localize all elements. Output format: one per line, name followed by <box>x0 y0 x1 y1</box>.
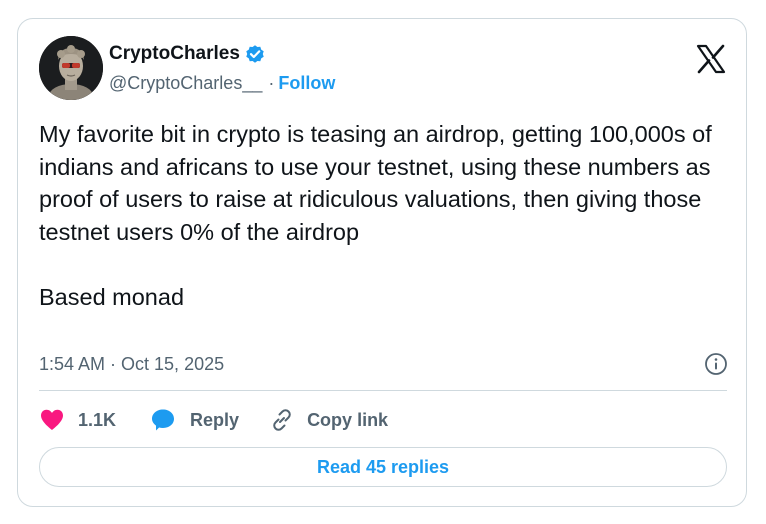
like-count: 1.1K <box>78 409 117 430</box>
tweet-timestamp[interactable]: 1:54 AM · Oct 15, 2025 <box>39 354 224 375</box>
speech-bubble-icon <box>150 407 176 433</box>
copy-link-button[interactable]: Copy link <box>269 407 388 433</box>
reply-label: Reply <box>190 409 240 430</box>
x-logo-icon[interactable] <box>695 43 727 75</box>
reply-button[interactable]: Reply <box>150 407 239 433</box>
like-button[interactable]: 1.1K <box>39 408 116 432</box>
heart-icon <box>39 408 65 432</box>
copy-link-label: Copy link <box>307 409 389 430</box>
info-icon[interactable] <box>704 352 728 376</box>
author-name-row: CryptoCharles <box>109 41 266 67</box>
author-handle[interactable]: @CryptoCharles__ <box>109 73 262 94</box>
tweet-card: CryptoCharles @CryptoCharles__ · Follow … <box>17 18 747 507</box>
follow-button[interactable]: Follow <box>278 73 335 94</box>
handle-row: @CryptoCharles__ · Follow <box>109 71 335 95</box>
tweet-meta: 1:54 AM · Oct 15, 2025 <box>39 350 728 378</box>
avatar[interactable] <box>39 36 103 100</box>
display-name[interactable]: CryptoCharles <box>109 43 240 65</box>
tweet-actions: 1.1K Reply Copy link <box>39 405 388 435</box>
link-icon <box>269 407 295 433</box>
tweet-text: My favorite bit in crypto is teasing an … <box>39 121 712 310</box>
read-replies-button[interactable]: Read 45 replies <box>39 447 727 487</box>
verified-check-icon <box>244 43 266 65</box>
separator-dot: · <box>268 72 275 93</box>
divider <box>39 390 727 391</box>
